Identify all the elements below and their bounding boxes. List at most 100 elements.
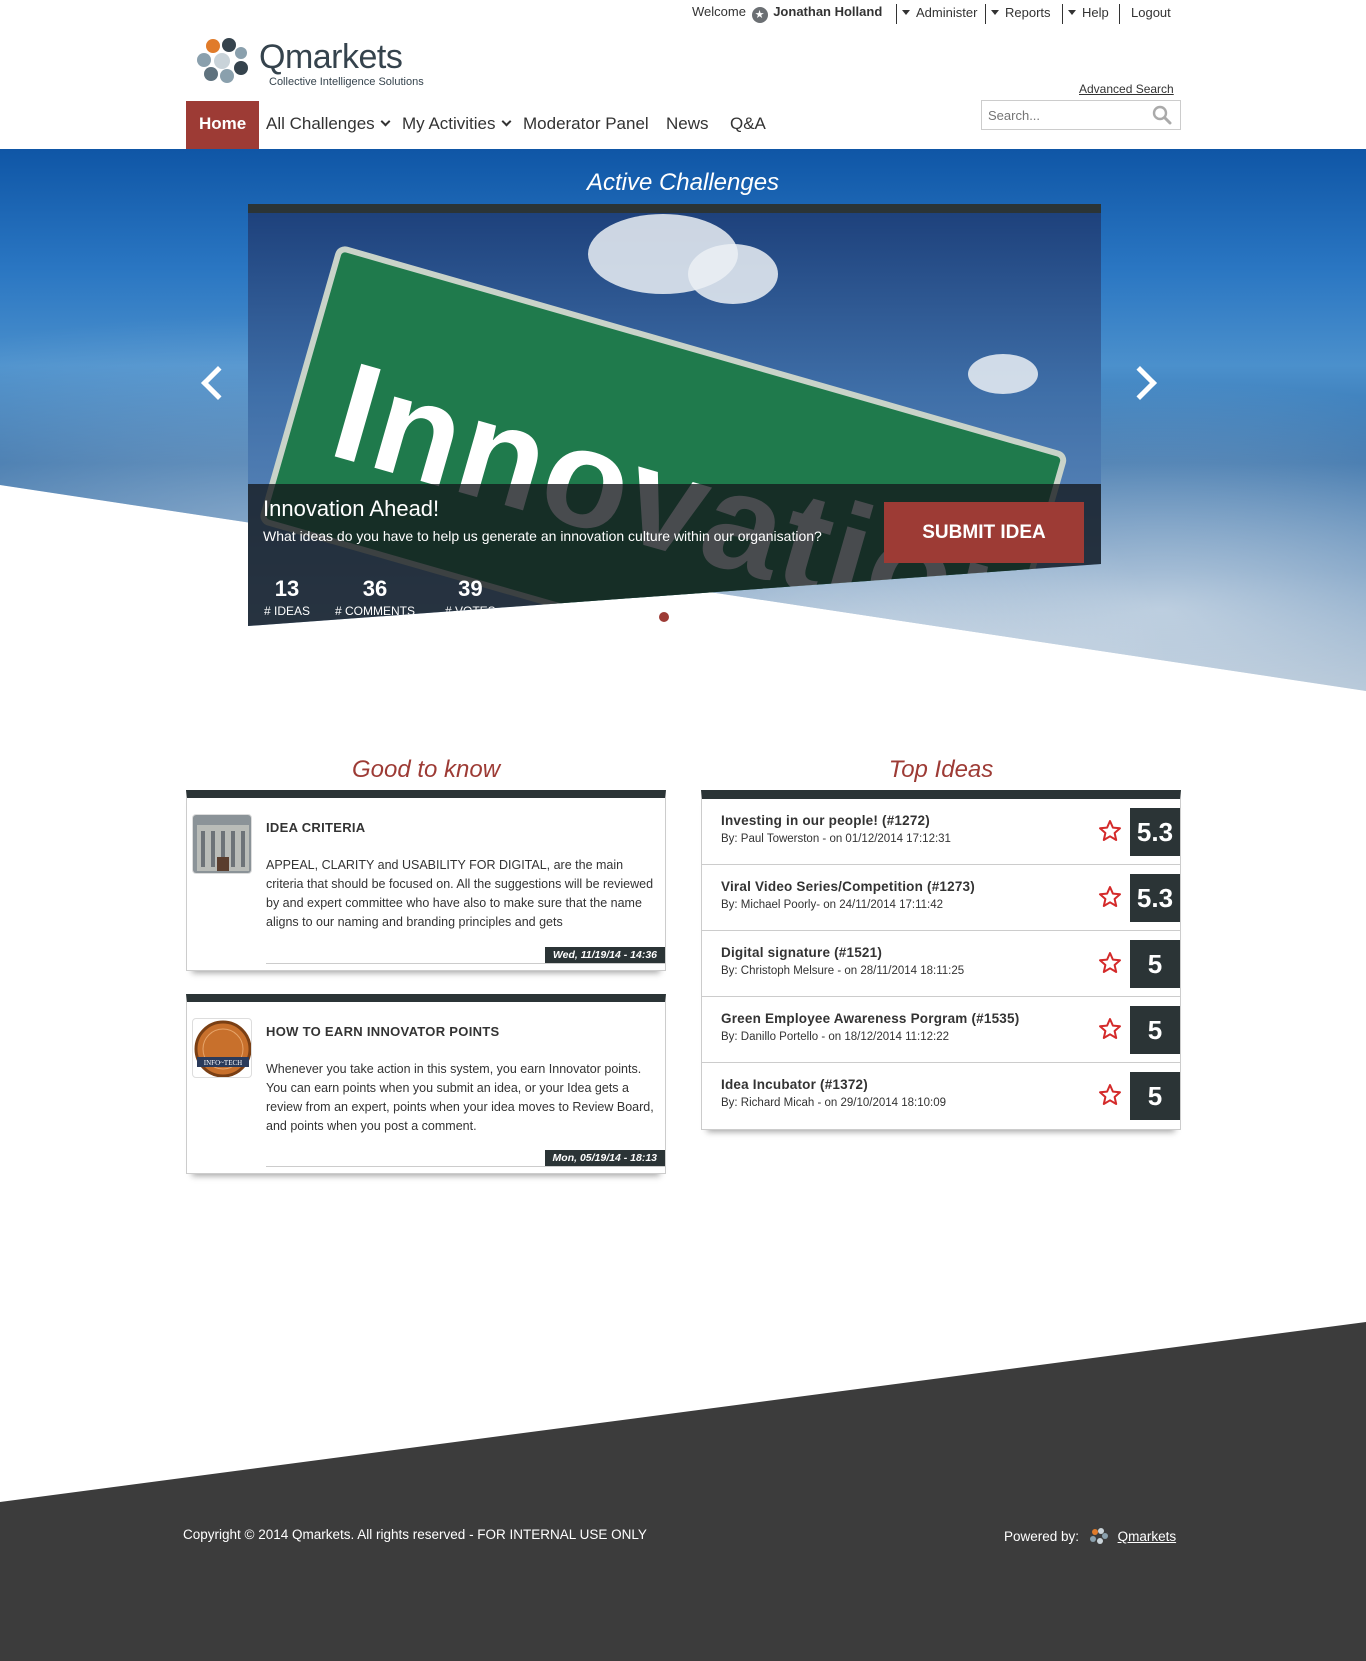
administer-menu[interactable]: Administer bbox=[902, 5, 977, 20]
comments-label: # COMMENTS bbox=[335, 604, 416, 618]
star-icon[interactable] bbox=[1098, 951, 1122, 975]
nav-my-activities-label: My Activities bbox=[402, 114, 496, 133]
nav-moderator-panel[interactable]: Moderator Panel bbox=[523, 101, 649, 149]
user-name: Jonathan Holland bbox=[773, 4, 883, 19]
powered-by-label: Powered by: bbox=[1004, 1529, 1080, 1544]
search-box bbox=[981, 100, 1181, 130]
idea-author-date: By: Danillo Portello - on 18/12/2014 11:… bbox=[721, 1031, 950, 1043]
nav-all-challenges-label: All Challenges bbox=[266, 114, 375, 133]
reports-label: Reports bbox=[1005, 5, 1051, 20]
submit-idea-button[interactable]: SUBMIT IDEA bbox=[884, 502, 1084, 563]
chevron-down-icon bbox=[380, 116, 391, 127]
chevron-down-icon bbox=[1068, 10, 1076, 15]
active-challenges-title: Active Challenges bbox=[586, 169, 780, 196]
reports-menu[interactable]: Reports bbox=[991, 5, 1051, 20]
card-divider bbox=[266, 1166, 665, 1167]
chevron-down-icon bbox=[501, 116, 511, 127]
votes-count: 39 bbox=[458, 576, 483, 601]
star-icon[interactable] bbox=[1098, 1017, 1122, 1041]
cloud-image bbox=[688, 244, 778, 304]
user-star-icon: ★ bbox=[751, 7, 768, 23]
card-date: Wed, 11/19/14 - 14:36 bbox=[544, 947, 665, 963]
idea-author-date: By: Paul Towerston - on 01/12/2014 17:12… bbox=[721, 833, 951, 845]
challenge-name[interactable]: Innovation Ahead! bbox=[263, 496, 439, 522]
cloud-image bbox=[968, 354, 1038, 394]
logo-tagline: Collective Intelligence Solutions bbox=[269, 76, 424, 88]
nav-all-challenges[interactable]: All Challenges bbox=[266, 101, 391, 149]
top-ideas-list: Investing in our people! (#1272) By: Pau… bbox=[701, 790, 1181, 1130]
slide-top-bar bbox=[248, 204, 1101, 213]
welcome-text: Welcome ★ Jonathan Holland bbox=[692, 4, 882, 23]
ideas-count: 13 bbox=[274, 576, 300, 601]
idea-title[interactable]: Viral Video Series/Competition (#1273) bbox=[721, 879, 975, 894]
chevron-down-icon bbox=[902, 10, 910, 15]
idea-score: 5 bbox=[1130, 940, 1180, 988]
idea-row: Viral Video Series/Competition (#1273) B… bbox=[702, 865, 1180, 931]
copyright-text: Copyright © 2014 Qmarkets. All rights re… bbox=[183, 1527, 647, 1542]
card-title[interactable]: HOW TO EARN INNOVATOR POINTS bbox=[266, 1024, 500, 1039]
idea-row: Idea Incubator (#1372) By: Richard Micah… bbox=[702, 1063, 1180, 1129]
nav-news[interactable]: News bbox=[666, 101, 709, 149]
help-menu[interactable]: Help bbox=[1068, 5, 1109, 20]
card-title[interactable]: IDEA CRITERIA bbox=[266, 820, 365, 835]
help-label: Help bbox=[1082, 5, 1109, 20]
idea-row: Digital signature (#1521) By: Christoph … bbox=[702, 931, 1180, 997]
challenge-slide[interactable]: Innovation Innovation Ahead! What ideas … bbox=[248, 204, 1101, 626]
welcome-label: Welcome bbox=[692, 4, 746, 19]
news-card: IDEA CRITERIA APPEAL, CLARITY and USABIL… bbox=[186, 790, 666, 971]
qmarkets-small-logo-icon bbox=[1089, 1528, 1108, 1544]
card-divider bbox=[266, 963, 665, 964]
idea-row: Green Employee Awareness Porgram (#1535)… bbox=[702, 997, 1180, 1063]
powered-by: Powered by: Qmarkets bbox=[1004, 1528, 1176, 1544]
separator bbox=[985, 4, 986, 24]
idea-row: Investing in our people! (#1272) By: Pau… bbox=[702, 799, 1180, 865]
idea-score: 5.3 bbox=[1130, 874, 1180, 922]
hero-banner: Active Challenges Innovation Innovation … bbox=[0, 149, 1366, 691]
building-image bbox=[193, 815, 251, 873]
carousel-dot-active[interactable] bbox=[659, 612, 669, 622]
logout-link[interactable]: Logout bbox=[1131, 5, 1171, 20]
badge-thumbnail[interactable]: INFO~TECH bbox=[192, 1018, 252, 1078]
idea-author-date: By: Michael Poorly- on 24/11/2014 17:11:… bbox=[721, 899, 944, 911]
svg-text:INFO~TECH: INFO~TECH bbox=[204, 1059, 242, 1067]
top-ideas-title: Top Ideas bbox=[888, 756, 994, 783]
star-icon[interactable] bbox=[1098, 885, 1122, 909]
search-input[interactable] bbox=[982, 101, 1142, 129]
idea-title[interactable]: Digital signature (#1521) bbox=[721, 945, 882, 960]
nav-qa[interactable]: Q&A bbox=[730, 101, 766, 149]
qmarkets-logo[interactable]: Qmarkets Collective Intelligence Solutio… bbox=[195, 36, 435, 92]
idea-score: 5 bbox=[1130, 1006, 1180, 1054]
star-icon[interactable] bbox=[1098, 819, 1122, 843]
idea-title[interactable]: Investing in our people! (#1272) bbox=[721, 813, 930, 828]
separator bbox=[896, 4, 897, 24]
qmarkets-logo-icon bbox=[197, 38, 248, 83]
news-card: INFO~TECH HOW TO EARN INNOVATOR POINTS W… bbox=[186, 994, 666, 1174]
idea-author-date: By: Christoph Melsure - on 28/11/2014 18… bbox=[721, 965, 965, 977]
administer-label: Administer bbox=[916, 5, 978, 20]
nav-home[interactable]: Home bbox=[186, 101, 260, 149]
advanced-search-link[interactable]: Advanced Search bbox=[1079, 82, 1174, 96]
idea-title[interactable]: Green Employee Awareness Porgram (#1535) bbox=[721, 1011, 1019, 1026]
search-icon[interactable] bbox=[1152, 105, 1172, 125]
idea-score: 5.3 bbox=[1130, 808, 1180, 856]
good-to-know-title: Good to know bbox=[351, 756, 501, 783]
votes-label: # VOTES bbox=[445, 604, 496, 618]
page: Welcome ★ Jonathan Holland Administer Re… bbox=[0, 0, 1366, 1661]
star-icon[interactable] bbox=[1098, 1083, 1122, 1107]
logo-name: Qmarkets bbox=[259, 38, 403, 76]
separator bbox=[1062, 4, 1063, 24]
ideas-stat: 13 # IDEAS bbox=[264, 576, 310, 618]
nav-my-activities[interactable]: My Activities bbox=[402, 101, 511, 149]
building-thumbnail[interactable] bbox=[192, 814, 252, 874]
idea-score: 5 bbox=[1130, 1072, 1180, 1120]
qmarkets-link[interactable]: Qmarkets bbox=[1118, 1529, 1177, 1544]
comments-count: 36 bbox=[362, 576, 388, 601]
ideas-label: # IDEAS bbox=[264, 604, 311, 618]
chevron-down-icon bbox=[991, 10, 999, 15]
idea-title[interactable]: Idea Incubator (#1372) bbox=[721, 1077, 868, 1092]
card-body: Whenever you take action in this system,… bbox=[266, 1062, 654, 1133]
award-badge-image: INFO~TECH bbox=[194, 1020, 251, 1077]
idea-author-date: By: Richard Micah - on 29/10/2014 18:10:… bbox=[721, 1097, 947, 1109]
card-date: Mon, 05/19/14 - 18:13 bbox=[544, 1150, 665, 1166]
top-utility-bar: Welcome ★ Jonathan Holland Administer Re… bbox=[0, 4, 1366, 26]
